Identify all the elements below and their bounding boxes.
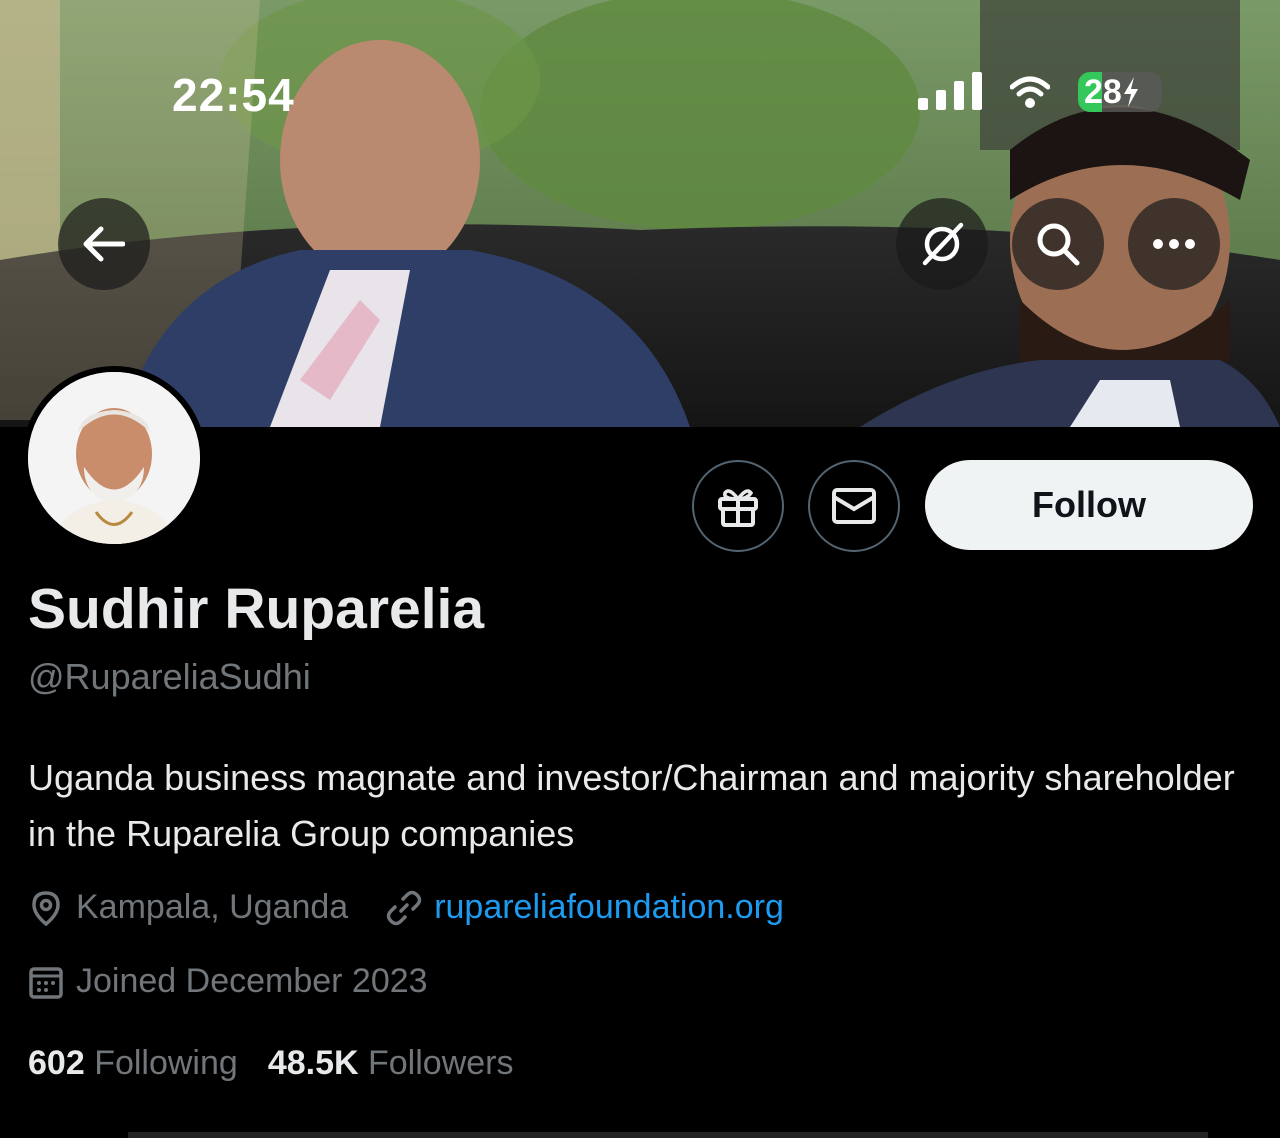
profile-location: Kampala, Uganda xyxy=(76,888,349,926)
gift-icon xyxy=(718,489,758,527)
location-pin-icon xyxy=(28,890,64,926)
profile-joined-date: Joined December 2023 xyxy=(76,962,428,1000)
more-horizontal-icon xyxy=(1153,239,1195,249)
link-icon xyxy=(386,890,422,926)
status-indicators: 28 xyxy=(918,72,1162,112)
avatar-photo xyxy=(28,372,200,544)
followers-label: Followers xyxy=(368,1044,514,1082)
message-button[interactable] xyxy=(808,460,900,552)
mail-icon xyxy=(832,488,876,524)
arrow-left-icon xyxy=(83,226,125,262)
grok-button[interactable] xyxy=(896,198,988,290)
cut-off-content xyxy=(28,1125,1258,1138)
search-button[interactable] xyxy=(1012,198,1104,290)
more-button[interactable] xyxy=(1128,198,1220,290)
followers-link[interactable]: 48.5K Followers xyxy=(268,1044,514,1083)
charging-bolt-icon xyxy=(1123,77,1138,107)
following-label: Following xyxy=(94,1044,238,1082)
followers-count: 48.5K xyxy=(267,1044,359,1082)
profile-stats: 602 Following 48.5K Followers xyxy=(28,1044,513,1083)
battery-level: 28 xyxy=(1084,72,1122,111)
follow-button[interactable]: Follow xyxy=(925,460,1253,550)
status-time: 22:54 xyxy=(172,69,295,121)
profile-website-link[interactable]: rupareliafoundation.org xyxy=(434,888,784,927)
wifi-icon xyxy=(1010,76,1050,108)
battery-indicator: 28 xyxy=(1078,72,1162,112)
back-button[interactable] xyxy=(58,198,150,290)
profile-handle: @RupareliaSudhi xyxy=(28,656,311,697)
profile-joined-row: Joined December 2023 xyxy=(28,962,428,1001)
profile-banner[interactable]: 22:54 28 xyxy=(0,0,1280,427)
profile-name: Sudhir Ruparelia xyxy=(28,577,485,641)
search-icon xyxy=(1037,223,1080,266)
profile-bio: Uganda business magnate and investor/Cha… xyxy=(28,757,1235,854)
calendar-icon xyxy=(28,964,64,1000)
cellular-signal-icon xyxy=(918,72,982,110)
following-link[interactable]: 602 Following xyxy=(28,1044,238,1083)
following-count: 602 xyxy=(28,1044,85,1082)
gift-button[interactable] xyxy=(692,460,784,552)
profile-meta-row: Kampala, Uganda rupareliafoundation.org xyxy=(28,888,784,927)
profile-avatar[interactable] xyxy=(22,366,206,550)
grok-icon xyxy=(922,222,964,266)
